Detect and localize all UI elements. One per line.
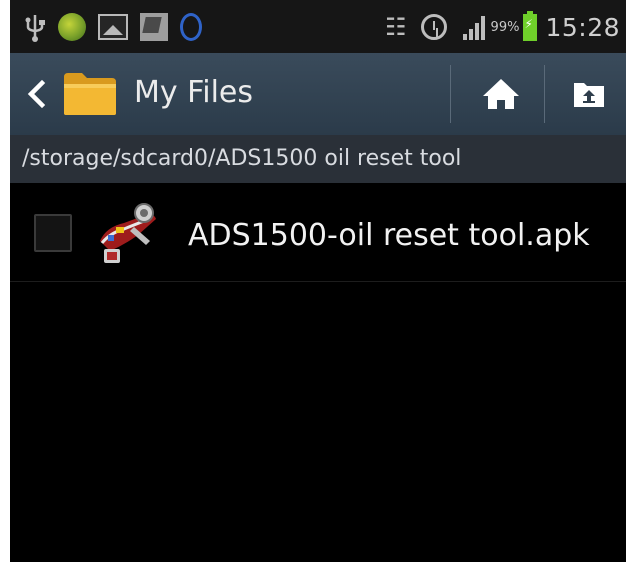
current-path: /storage/sdcard0/ADS1500 oil reset tool [22,146,462,171]
file-name: ADS1500-oil reset tool.apk [188,218,590,253]
phone-screen: ☷ 99% 15:28 My Files [10,0,626,562]
sync-ring-icon [180,13,202,41]
status-bar: ☷ 99% 15:28 [10,0,626,53]
select-checkbox[interactable] [34,214,72,252]
apk-file-icon [100,203,156,263]
home-button[interactable] [458,65,544,123]
status-indicators: ☷ 99% 15:28 [385,8,620,46]
gallery-icon [98,14,128,40]
action-divider [544,65,545,123]
status-notifications [24,8,214,46]
folder-up-button[interactable] [550,65,626,123]
list-item[interactable]: ADS1500-oil reset tool.apk [10,183,626,282]
vibrate-icon: ☷ [385,13,407,41]
signal-icon [462,14,487,40]
app-title: My Files [134,75,254,110]
app-orb-icon [58,13,86,41]
alarm-icon [420,14,447,40]
folder-up-icon [574,83,604,107]
action-bar: My Files [10,53,626,135]
action-divider [450,65,451,123]
folder-icon[interactable] [62,69,118,117]
battery-percent: 99% [490,19,520,35]
breadcrumb: /storage/sdcard0/ADS1500 oil reset tool [10,135,626,183]
usb-icon [25,15,45,42]
chevron-left-icon[interactable] [24,77,48,111]
status-clock: 15:28 [545,12,620,42]
battery-charging-icon [523,10,538,41]
home-icon [483,79,519,109]
image-icon [140,13,168,41]
